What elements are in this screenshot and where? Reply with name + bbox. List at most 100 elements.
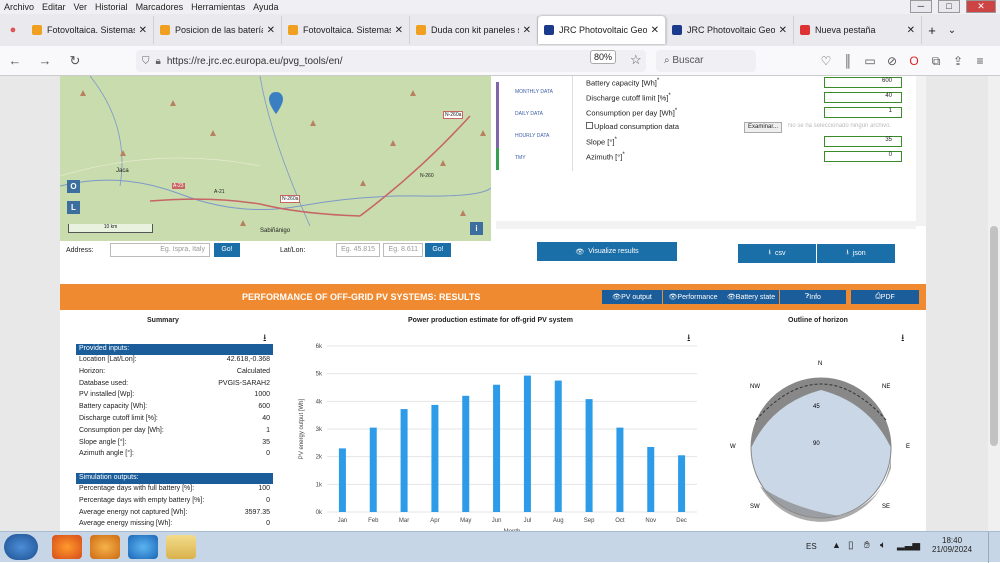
firefox-taskbar-icon[interactable] <box>52 535 82 559</box>
menu-historial[interactable]: Historial <box>95 2 128 12</box>
slope-label: Slope [°]* <box>586 136 617 147</box>
panel-scrollbar[interactable] <box>916 76 926 226</box>
discharge-cutoff-input[interactable]: 40 <box>824 92 902 103</box>
battery-capacity-input[interactable]: 600 <box>824 77 902 88</box>
taskbar: ES ▲ ▯ ✋︎ 🔈︎ ▂▃▅ 18:40 21/09/2024 <box>0 531 1000 563</box>
forward-icon[interactable]: → <box>36 53 54 68</box>
shield-icon[interactable]: ⛉ <box>142 56 150 67</box>
panel-hscrollbar[interactable] <box>496 221 916 229</box>
pv-output-button[interactable]: 👁︎ PV output <box>602 290 662 304</box>
lock-icon[interactable]: 🔒︎ <box>156 56 161 67</box>
slope-input[interactable]: 35 <box>824 136 902 147</box>
bookmark-star-icon[interactable]: ☆ <box>630 52 642 68</box>
pocket-icon[interactable]: ♡ <box>815 54 837 69</box>
maximize-button[interactable]: □ <box>938 0 960 13</box>
close-tab-icon[interactable]: ✕ <box>139 25 147 36</box>
menu-ver[interactable]: Ver <box>74 2 88 12</box>
chart-bar <box>493 384 501 512</box>
sidebar-icon[interactable]: ▭ <box>859 54 881 69</box>
media-player-taskbar-icon[interactable] <box>90 535 120 559</box>
visualize-results-button[interactable]: 👁︎ Visualize results <box>537 242 677 261</box>
consumption-input[interactable]: 1 <box>824 107 902 118</box>
browser-tab[interactable]: Fotovoltaica. Sistemas ✕ <box>282 16 410 44</box>
close-tab-icon[interactable]: ✕ <box>523 25 531 36</box>
summary-row-label: Slope angle [°]: <box>79 438 127 446</box>
latlon-go-button[interactable]: Go! <box>425 243 451 257</box>
zoom-level[interactable]: 80% <box>590 50 617 64</box>
summary-row-label: Horizon: <box>79 367 106 375</box>
start-button[interactable] <box>4 534 38 560</box>
volume-tray-icon[interactable]: 🔈︎ <box>880 540 886 551</box>
summary-title: Summary <box>147 317 179 324</box>
azimuth-input[interactable]: 0 <box>824 151 902 162</box>
menu-hamburger-icon[interactable]: ≡ <box>969 54 991 69</box>
close-tab-icon[interactable]: ✕ <box>651 25 659 36</box>
clock[interactable]: 18:40 21/09/2024 <box>932 536 972 554</box>
address-input[interactable]: Eg. Ispra, Italy <box>110 243 210 257</box>
upload-checkbox[interactable] <box>586 122 593 129</box>
chart-bar <box>523 375 531 512</box>
browser-tab[interactable]: Posicion de las baterías ✕ <box>154 16 282 44</box>
menu-ayuda[interactable]: Ayuda <box>253 2 278 12</box>
browser-tab[interactable]: Fotovoltaica. Sistemas ✕ <box>26 16 154 44</box>
performance-button[interactable]: 👁︎ Performance <box>663 290 723 304</box>
tray-arrow-icon[interactable]: ▲ <box>832 540 841 550</box>
close-window-button[interactable]: ✕ <box>966 0 996 13</box>
browser-tab[interactable]: JRC Photovoltaic Geog ✕ <box>538 16 666 44</box>
horizon-download-icon[interactable]: ⭳ <box>901 331 905 348</box>
search-box[interactable]: ⌕ Buscar <box>656 50 756 72</box>
browser-tab[interactable]: Nueva pestaña ✕ <box>794 16 922 44</box>
show-desktop-button[interactable] <box>988 532 1000 563</box>
firefox-view-icon[interactable]: ● <box>0 24 26 36</box>
location-pin-icon[interactable] <box>269 92 283 116</box>
library-icon[interactable]: ║ <box>837 54 859 69</box>
menu-herramientas[interactable]: Herramientas <box>191 2 245 12</box>
close-tab-icon[interactable]: ✕ <box>395 25 403 36</box>
map-info-button[interactable]: i <box>470 222 483 235</box>
map-button-l[interactable]: L <box>67 201 80 214</box>
map-view[interactable]: Jaca A-23 A-21 N-260a N-260 N-260a Sabiñ… <box>60 76 491 241</box>
battery-tray-icon[interactable]: ▯ <box>848 540 854 551</box>
browse-button[interactable]: Examinar... <box>744 122 783 133</box>
block-icon[interactable]: ⊘ <box>881 54 903 69</box>
page-scrollbar-thumb[interactable] <box>990 226 998 446</box>
map-button-o[interactable]: O <box>67 180 80 193</box>
page-scrollbar[interactable] <box>988 76 1000 531</box>
internet-explorer-taskbar-icon[interactable] <box>128 535 158 559</box>
hand-tray-icon[interactable]: ✋︎ <box>864 540 870 551</box>
json-download-button[interactable]: ⭳ json <box>817 244 895 263</box>
menu-archivo[interactable]: Archivo <box>4 2 34 12</box>
network-tray-icon[interactable]: ▂▃▅ <box>897 540 920 551</box>
share-icon[interactable]: ⇪ <box>947 54 969 69</box>
info-button[interactable]: ❓︎ Info <box>780 290 846 304</box>
menu-marcadores[interactable]: Marcadores <box>136 2 184 12</box>
lat-input[interactable]: Eg. 45.815 <box>336 243 380 257</box>
file-explorer-taskbar-icon[interactable] <box>166 535 196 559</box>
tab-list-chevron-icon[interactable]: ⌄ <box>942 25 962 36</box>
tab-daily-data[interactable]: DAILY DATA <box>496 104 570 126</box>
opera-icon[interactable]: O <box>903 54 925 69</box>
url-bar[interactable]: ⛉ 🔒︎ https://re.jrc.ec.europa.eu/pvg_too… <box>136 50 646 72</box>
back-icon[interactable]: ← <box>6 53 24 68</box>
menu-editar[interactable]: Editar <box>42 2 66 12</box>
tab-hourly-data[interactable]: HOURLY DATA <box>496 126 570 148</box>
tab-monthly-data[interactable]: MONTHLY DATA <box>496 82 570 104</box>
browser-tab[interactable]: JRC Photovoltaic Geog ✕ <box>666 16 794 44</box>
map-label-a21: A-21 <box>214 189 225 195</box>
url-text[interactable]: https://re.jrc.ec.europa.eu/pvg_tools/en… <box>167 56 343 67</box>
close-tab-icon[interactable]: ✕ <box>267 25 275 36</box>
address-go-button[interactable]: Go! <box>214 243 240 257</box>
tab-tmy[interactable]: TMY <box>496 148 570 170</box>
new-tab-button[interactable]: + <box>922 23 942 38</box>
browser-tab[interactable]: Duda con kit paneles s ✕ <box>410 16 538 44</box>
close-tab-icon[interactable]: ✕ <box>779 25 787 36</box>
language-indicator[interactable]: ES <box>806 542 817 551</box>
reload-icon[interactable]: ↻ <box>66 53 84 69</box>
csv-download-button[interactable]: ⭳ csv <box>738 244 816 263</box>
extensions-icon[interactable]: ⧉ <box>925 54 947 69</box>
pdf-button[interactable]: ⎙ PDF <box>851 290 919 304</box>
minimize-button[interactable]: ─ <box>910 0 932 13</box>
close-tab-icon[interactable]: ✕ <box>907 25 915 36</box>
battery-state-button[interactable]: 👁︎ Battery state <box>723 290 779 304</box>
lon-input[interactable]: Eg. 8.611 <box>383 243 423 257</box>
